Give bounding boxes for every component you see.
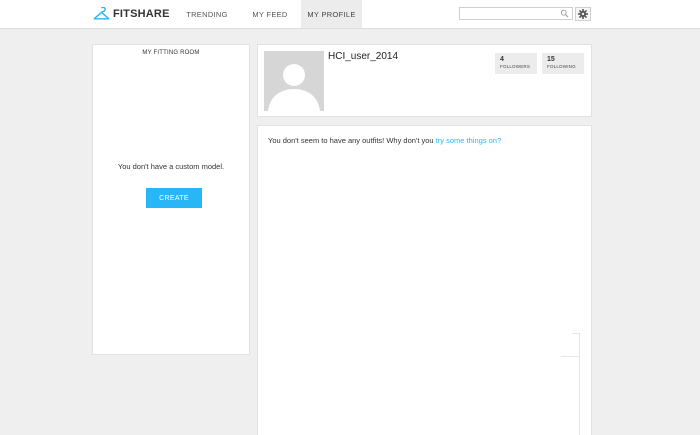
username: HCI_user_2014 (328, 51, 399, 62)
no-outfits-message: You don't seem to have any outfits! Why … (268, 136, 501, 145)
search-input[interactable] (459, 7, 573, 20)
followers-label: FOLLOWERS (500, 64, 531, 69)
followers-count: 4 (500, 56, 504, 63)
tab-trending[interactable]: TRENDING (183, 0, 231, 28)
settings-button[interactable] (575, 7, 591, 21)
hanger-icon (93, 7, 110, 20)
scroll-divider (561, 356, 580, 357)
outfits-panel: You don't seem to have any outfits! Why … (257, 125, 592, 435)
search-icon[interactable] (560, 9, 569, 18)
fitting-room-title: MY FITTING ROOM (142, 50, 200, 56)
try-things-on-link[interactable]: try some things on? (436, 136, 501, 145)
tab-my-profile[interactable]: MY PROFILE (301, 0, 362, 28)
fitting-room-panel: MY FITTING ROOM You don't have a custom … (92, 44, 250, 355)
scrollbar-track[interactable] (579, 334, 580, 435)
logo[interactable]: FITSHARE (93, 5, 170, 23)
no-model-message: You don't have a custom model. (117, 162, 225, 171)
create-model-button[interactable]: CREATE (146, 188, 202, 208)
logo-text: FITSHARE (113, 8, 170, 20)
default-avatar-icon (264, 51, 324, 111)
following-stat[interactable]: 15 FOLLOWING (542, 53, 584, 74)
top-navigation-bar: FITSHARE TRENDING MY FEED MY PROFILE (0, 0, 700, 29)
following-count: 15 (547, 56, 555, 63)
tab-my-feed[interactable]: MY FEED (248, 0, 292, 28)
no-outfits-text: You don't seem to have any outfits! Why … (268, 136, 434, 145)
profile-card: HCI_user_2014 4 FOLLOWERS 15 FOLLOWING (257, 44, 592, 117)
gear-icon (578, 9, 588, 19)
following-label: FOLLOWING (547, 64, 576, 69)
followers-stat[interactable]: 4 FOLLOWERS (495, 53, 537, 74)
avatar (264, 51, 324, 111)
